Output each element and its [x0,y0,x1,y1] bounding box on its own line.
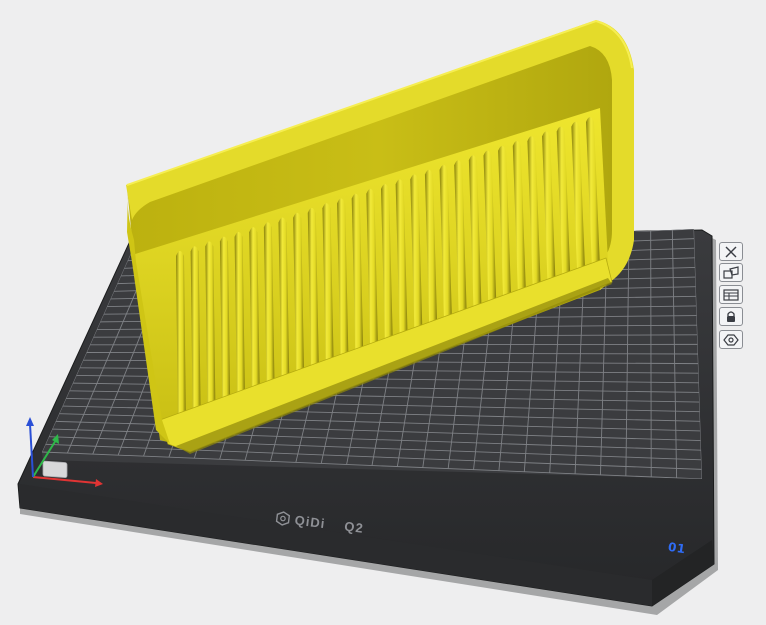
gear-icon [723,333,739,346]
plate-scene[interactable]: QiDi Q2 [0,0,766,625]
plate-model-text: Q2 [344,519,365,536]
lock-icon [727,310,735,322]
delete-plate-button[interactable] [719,242,743,261]
plate-settings-icon [723,288,739,301]
3d-viewport[interactable]: QiDi Q2 01 [0,0,766,625]
origin-cube [42,460,68,478]
lock-plate-button[interactable] [719,307,743,326]
plate-settings-button[interactable] [719,285,743,304]
arrange-icon [723,265,739,279]
plate-number-label: 01 [667,539,687,557]
z-axis-arrow-icon [26,417,34,426]
grid-line [650,230,652,477]
close-icon [725,246,737,257]
gear-button[interactable] [719,330,743,349]
arrange-button[interactable] [719,263,743,282]
